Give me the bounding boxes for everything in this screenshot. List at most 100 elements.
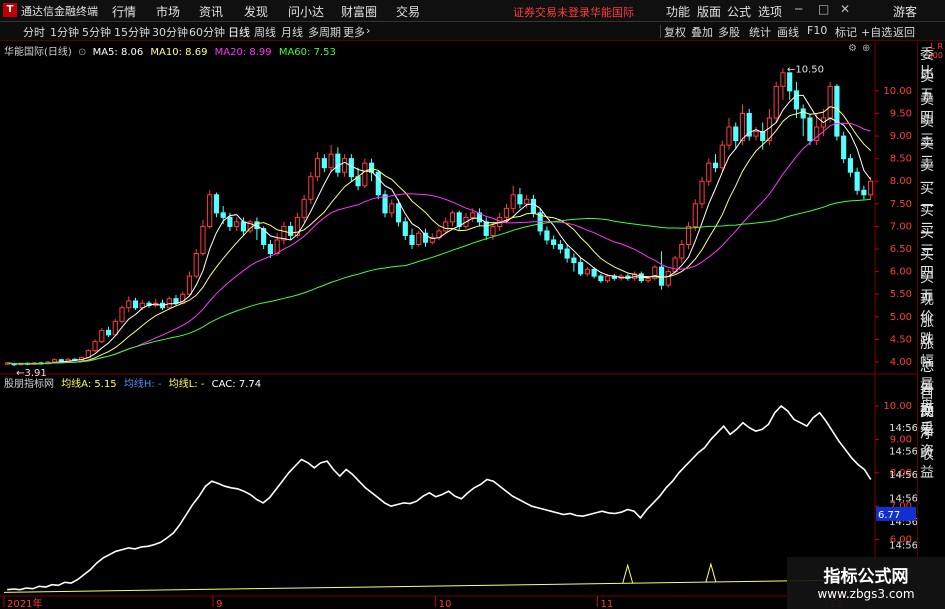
- candle-body: [861, 189, 867, 196]
- function-button[interactable]: 功能: [666, 3, 690, 20]
- candle-body: [348, 158, 354, 178]
- cac-line: [7, 404, 872, 591]
- tab-5min[interactable]: 5分钟: [82, 24, 111, 40]
- chevron-right-icon[interactable]: ›: [366, 24, 370, 37]
- candle-body: [200, 225, 206, 255]
- settings-icon[interactable]: ⚙: [848, 43, 857, 54]
- layout-button[interactable]: 版面: [697, 3, 721, 20]
- draw-line-button[interactable]: 画线: [777, 24, 799, 40]
- candle-body: [773, 85, 779, 119]
- side-item-trade[interactable]: 交易: [920, 403, 945, 439]
- login-warning[interactable]: 证券交易未登录: [513, 4, 590, 20]
- mark-button[interactable]: 标记: [835, 24, 857, 40]
- main-chart-legend: 华能国际(日线) ⊙ MA5: 8.06 MA10: 8.69 MA20: 8.…: [4, 43, 336, 58]
- candle-body: [92, 341, 98, 352]
- candle-body: [382, 194, 388, 214]
- candle-body: [706, 162, 712, 182]
- month-label: 10: [439, 599, 452, 609]
- candle-body: [389, 203, 395, 214]
- candle-body: [470, 212, 476, 218]
- chevron-down-icon[interactable]: ⊙: [78, 47, 86, 58]
- adjust-button[interactable]: 复权: [664, 24, 686, 40]
- menu-market[interactable]: 市场: [156, 3, 180, 20]
- tab-monthly[interactable]: 月线: [281, 24, 303, 40]
- minimize-icon[interactable]: ─: [795, 2, 802, 16]
- menu-discover[interactable]: 发现: [244, 3, 268, 20]
- tab-more[interactable]: 更多: [343, 24, 365, 40]
- time-stamp-label: 14:56: [889, 447, 917, 458]
- multi-stock-button[interactable]: 多股: [718, 24, 740, 40]
- back-button[interactable]: 返回: [893, 24, 915, 40]
- stats-button[interactable]: 统计: [749, 24, 771, 40]
- candle-body: [341, 158, 348, 173]
- tab-multi-period[interactable]: 多周期: [308, 24, 341, 40]
- tab-1min[interactable]: 1分钟: [50, 24, 79, 40]
- menu-quotes[interactable]: 行情: [112, 3, 136, 20]
- candle-body: [375, 171, 381, 196]
- axis-labels: 4.00 4.50 5.00 5.50 6.00 6.50 7.00 7.50 8.00 8.50…: [3, 86, 917, 609]
- candle-body: [227, 216, 233, 227]
- candle-body: [58, 359, 64, 362]
- guest-button[interactable]: 游客: [893, 3, 917, 20]
- close-icon[interactable]: ✕: [840, 2, 850, 16]
- candle-body: [665, 271, 671, 286]
- main-chart-title[interactable]: 华能国际(日线): [4, 47, 72, 58]
- menu-ask[interactable]: 问小达: [288, 3, 324, 20]
- watermark-url: www.zbgs3.com: [817, 587, 915, 601]
- candlestick-chart[interactable]: ←10.50←3.91: [4, 64, 874, 379]
- candle-body: [402, 221, 408, 236]
- tab-weekly[interactable]: 周线: [254, 24, 276, 40]
- indicator-legend: 股朋指标网 均线A: 5.15 均线H: - 均线L: - CAC: 7.74: [4, 375, 261, 390]
- ma5-legend: MA5: 8.06: [92, 47, 144, 58]
- add-watchlist-button[interactable]: +自选: [861, 24, 892, 40]
- indicator-title[interactable]: 股朋指标网: [4, 379, 54, 390]
- candle-body: [449, 212, 456, 223]
- tab-15min[interactable]: 15分钟: [114, 24, 150, 40]
- candle-body: [51, 359, 58, 363]
- jxl-spike: [622, 563, 634, 584]
- indicator-tick-label: 10.00: [883, 401, 912, 412]
- menu-wealth[interactable]: 财富圈: [341, 3, 377, 20]
- candle-body: [301, 198, 307, 218]
- candle-body: [240, 221, 247, 232]
- candle-body: [321, 158, 327, 169]
- indicator-chart[interactable]: [3, 404, 875, 593]
- menu-trade[interactable]: 交易: [396, 3, 420, 20]
- candle-body: [119, 307, 125, 322]
- candle-body: [517, 194, 523, 205]
- candle-body: [416, 232, 422, 245]
- price-tick-label: 5.50: [890, 289, 912, 300]
- tab-intraday[interactable]: 分时: [23, 24, 45, 40]
- overlay-button[interactable]: 叠加: [691, 24, 713, 40]
- ma60-line: [7, 198, 871, 365]
- candle-body: [524, 198, 530, 205]
- time-stamp-label: 14:56: [889, 423, 917, 434]
- f10-button[interactable]: F10: [807, 24, 827, 37]
- tab-daily[interactable]: 日线: [228, 24, 250, 40]
- candle-body: [753, 131, 759, 137]
- candle-body: [692, 203, 698, 227]
- side-item-earnings[interactable]: 收益: [920, 446, 945, 482]
- tab-30min[interactable]: 30分钟: [152, 24, 188, 40]
- time-stamp-label: 14:56: [889, 494, 917, 505]
- toolbar-divider: [660, 25, 661, 38]
- candle-body: [834, 85, 840, 137]
- options-button[interactable]: 选项: [758, 3, 782, 20]
- candle-body: [105, 329, 112, 336]
- candle-body: [807, 117, 813, 142]
- candle-body: [213, 194, 220, 214]
- maximize-icon[interactable]: □: [818, 2, 829, 16]
- watermark-title: 指标公式网: [823, 567, 909, 587]
- candle-body: [510, 194, 516, 209]
- chart-canvas[interactable]: ←10.50←3.91 4.00 4.50 5.00 5.50 6.00 6.50 7.00…: [0, 41, 917, 609]
- month-label: 9: [216, 599, 222, 609]
- add-icon[interactable]: ⊕: [862, 43, 870, 54]
- candle-body: [800, 108, 806, 119]
- menu-news[interactable]: 资讯: [199, 3, 223, 20]
- jxa-legend: 均线A: 5.15: [61, 379, 117, 390]
- formula-button[interactable]: 公式: [727, 3, 751, 20]
- candle-body: [699, 180, 705, 205]
- candle-body: [841, 135, 847, 160]
- candle-body: [234, 221, 240, 227]
- tab-60min[interactable]: 60分钟: [189, 24, 225, 40]
